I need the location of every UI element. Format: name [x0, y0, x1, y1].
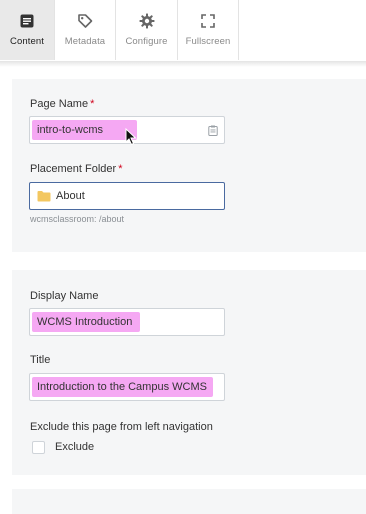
- tab-content[interactable]: Content: [0, 0, 55, 60]
- tag-icon: [78, 14, 93, 28]
- required-marker: *: [118, 163, 123, 175]
- title-input[interactable]: Introduction to the Campus WCMS: [29, 373, 225, 401]
- display-name-input[interactable]: WCMS Introduction: [29, 308, 225, 336]
- display-name-label: Display Name: [30, 290, 99, 302]
- display-settings-panel: Display Name WCMS Introduction Title Int…: [12, 270, 366, 475]
- placement-folder-path: wcmsclassroom: /about: [30, 214, 125, 224]
- title-value: Introduction to the Campus WCMS: [37, 381, 207, 393]
- page-settings-panel: Page Name * intro-to-wcms Placement Folde…: [12, 79, 366, 252]
- clipboard-icon[interactable]: [208, 125, 218, 136]
- tab-metadata-label: Metadata: [64, 36, 106, 47]
- tab-fullscreen[interactable]: Fullscreen: [178, 0, 239, 60]
- exclude-checkbox-label[interactable]: Exclude: [55, 441, 94, 453]
- title-label: Title: [30, 354, 51, 366]
- fullscreen-icon: [201, 14, 215, 28]
- folder-icon: [37, 191, 51, 202]
- exclude-nav-label: Exclude this page from left navigation: [30, 421, 213, 433]
- placement-folder-label: Placement Folder *: [30, 163, 123, 175]
- tab-metadata[interactable]: Metadata: [55, 0, 116, 60]
- exclude-checkbox[interactable]: [32, 441, 45, 454]
- page-name-label-text: Page Name: [30, 98, 89, 110]
- placement-folder-input[interactable]: About: [29, 182, 225, 210]
- placement-folder-value: About: [56, 190, 85, 202]
- tab-bar: Content Metadata Configure Fullscreen: [0, 0, 366, 62]
- mouse-cursor-icon: [125, 128, 137, 146]
- tab-configure[interactable]: Configure: [116, 0, 178, 60]
- page-name-value: intro-to-wcms: [37, 124, 104, 136]
- gear-icon: [139, 13, 154, 29]
- required-marker: *: [90, 98, 95, 110]
- tab-configure-label: Configure: [125, 36, 168, 47]
- display-name-value: WCMS Introduction: [37, 316, 133, 328]
- tab-bar-shadow: [0, 61, 366, 67]
- page-name-label: Page Name *: [30, 98, 94, 110]
- tab-content-label: Content: [10, 36, 44, 47]
- tab-fullscreen-label: Fullscreen: [185, 36, 231, 47]
- next-settings-panel: [12, 489, 366, 514]
- document-icon: [20, 14, 34, 28]
- placement-folder-label-text: Placement Folder: [30, 163, 117, 175]
